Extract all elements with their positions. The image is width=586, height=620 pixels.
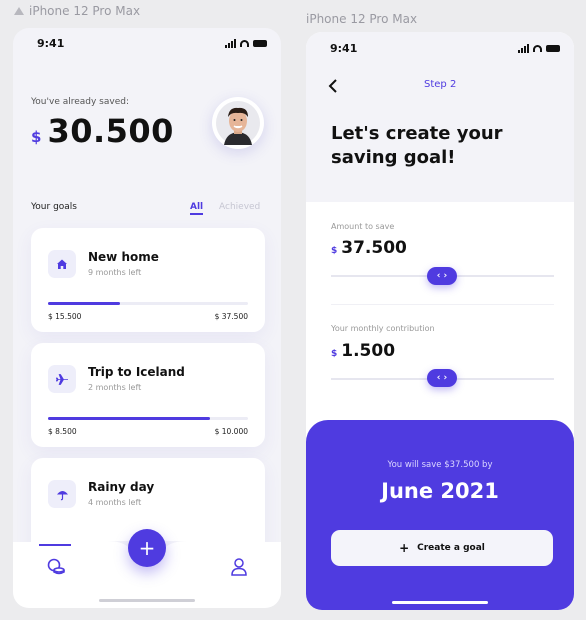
summary-panel [306, 420, 574, 610]
currency-symbol: $ [331, 349, 338, 359]
status-icons [225, 37, 267, 50]
goal-card-trip-iceland[interactable]: Trip to Iceland 2 months left $ 8.500 $ … [31, 343, 265, 447]
add-goal-button[interactable]: + [128, 529, 166, 567]
nav-active-indicator [39, 544, 71, 546]
page-title-line1: Let's create your [331, 123, 503, 144]
user-icon[interactable] [231, 558, 247, 580]
home-indicator [99, 599, 195, 602]
header-area [306, 32, 574, 202]
saved-amount: $ 30.500 [31, 112, 174, 150]
goals-title: Your goals [31, 202, 77, 212]
create-goal-button[interactable]: + Create a goal [331, 530, 553, 566]
status-icons [518, 42, 560, 55]
signal-icon [518, 44, 529, 53]
goal-time-left: 2 months left [88, 383, 142, 392]
home-indicator [392, 601, 488, 604]
summary-text: You will save $37.500 by [387, 460, 493, 470]
avatar-photo [216, 101, 260, 145]
frame-label-left-text: iPhone 12 Pro Max [29, 4, 141, 18]
goal-name: New home [88, 250, 159, 264]
status-time: 9:41 [330, 42, 358, 55]
target-date: June 2021 [381, 479, 499, 503]
frame-label-right-text: iPhone 12 Pro Max [306, 12, 418, 26]
signal-icon [225, 39, 236, 48]
goal-time-left: 4 months left [88, 498, 142, 507]
frame-triangle-icon [14, 7, 24, 15]
goal-progress-fill [48, 302, 120, 305]
frame-label-right: iPhone 12 Pro Max [306, 12, 417, 26]
goal-target-amount: $ 37.500 [214, 312, 248, 321]
plus-icon: + [399, 541, 410, 555]
goal-saved-amount: $ 15.500 [48, 312, 82, 321]
back-chevron-icon[interactable] [328, 78, 338, 97]
goal-progress-fill [48, 417, 210, 420]
goal-progress-track [48, 417, 248, 420]
contribution-label: Your monthly contribution [331, 324, 435, 333]
contribution-value: $ 1.500 [331, 341, 395, 361]
battery-icon [253, 40, 267, 47]
goal-time-left: 9 months left [88, 268, 142, 277]
page-title: Let's create your saving goal! [331, 122, 531, 170]
create-goal-label: Create a goal [417, 543, 485, 553]
tab-active-indicator [190, 213, 203, 215]
home-screen: 9:41 You've already saved: $ 30.500 Your… [13, 28, 281, 608]
divider [331, 304, 554, 305]
status-bar: 9:41 [37, 37, 267, 50]
goal-name: Rainy day [88, 480, 155, 494]
amount-value-text: 37.500 [341, 238, 407, 258]
avatar[interactable] [212, 97, 264, 149]
home-icon [48, 250, 76, 278]
contribution-slider-handle[interactable]: ‹ › [427, 369, 457, 387]
goal-card-new-home[interactable]: New home 9 months left $ 15.500 $ 37.500 [31, 228, 265, 332]
amount-value: $ 37.500 [331, 238, 407, 258]
currency-symbol: $ [331, 246, 338, 256]
currency-symbol: $ [31, 128, 42, 146]
page-title-line2: saving goal! [331, 147, 456, 168]
saved-label: You've already saved: [31, 97, 129, 107]
create-goal-screen: 9:41 Step 2 Let's create your saving goa… [306, 32, 574, 610]
saved-amount-value: 30.500 [47, 112, 174, 150]
tab-achieved[interactable]: Achieved [219, 202, 260, 212]
umbrella-icon [48, 480, 76, 508]
plane-icon [48, 365, 76, 393]
status-time: 9:41 [37, 37, 65, 50]
battery-icon [546, 45, 560, 52]
goal-progress-track [48, 302, 248, 305]
step-label: Step 2 [424, 79, 457, 90]
goal-saved-amount: $ 8.500 [48, 427, 77, 436]
goal-name: Trip to Iceland [88, 365, 185, 379]
coins-icon[interactable] [47, 558, 65, 580]
status-bar: 9:41 [330, 42, 560, 55]
goal-target-amount: $ 10.000 [214, 427, 248, 436]
wifi-icon [240, 40, 249, 47]
contribution-value-text: 1.500 [341, 341, 396, 361]
frame-label-left: iPhone 12 Pro Max [14, 4, 140, 18]
tab-all[interactable]: All [190, 202, 203, 212]
amount-label: Amount to save [331, 222, 395, 231]
amount-slider-handle[interactable]: ‹ › [427, 267, 457, 285]
wifi-icon [533, 45, 542, 52]
